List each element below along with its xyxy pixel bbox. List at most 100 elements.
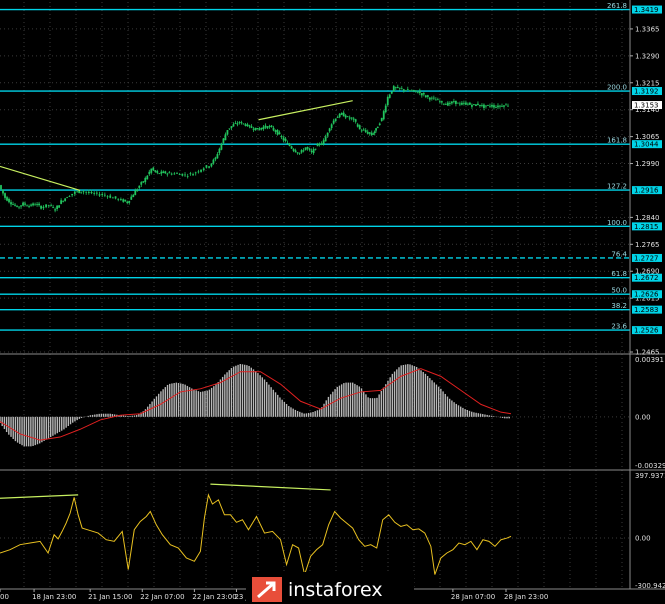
candle-body	[465, 102, 467, 105]
candle-body	[8, 198, 10, 203]
macd-histogram-bar	[329, 394, 332, 417]
candle-body	[288, 143, 291, 146]
price-tick-label: 1.2840	[635, 214, 660, 222]
macd-histogram-bar	[45, 416, 47, 440]
candle-body	[354, 119, 357, 122]
candle-body	[250, 126, 253, 128]
candle-body	[93, 193, 96, 194]
candle-body	[471, 104, 473, 107]
candle-body	[330, 124, 333, 129]
candle-body	[350, 117, 353, 119]
macd-histogram-bar	[56, 416, 59, 434]
macd-histogram-bar	[210, 387, 213, 417]
macd-histogram-bar	[180, 383, 182, 417]
candle-body	[90, 191, 93, 194]
macd-histogram-bar	[63, 416, 65, 430]
candle-body	[388, 94, 391, 98]
candle-body	[212, 159, 215, 164]
macd-histogram-bar	[343, 383, 345, 417]
candle-body	[312, 149, 315, 154]
macd-histogram-bar	[52, 416, 54, 436]
candle-body	[122, 199, 125, 202]
macd-histogram-bar	[169, 383, 171, 417]
candle-body	[503, 105, 505, 107]
candle-body	[2, 189, 4, 194]
macd-histogram-bar	[299, 411, 301, 417]
macd-histogram-bar	[146, 406, 149, 417]
macd-histogram-bar	[307, 412, 310, 417]
candle-body	[300, 150, 303, 153]
candle-body	[166, 173, 169, 175]
candle-body	[178, 174, 181, 176]
candle-body	[368, 132, 371, 134]
macd-histogram-bar	[437, 386, 440, 417]
candle-body	[148, 171, 151, 175]
candle-body	[473, 104, 475, 105]
candle-body	[114, 196, 117, 199]
candle-body	[270, 125, 273, 128]
candle-body	[60, 200, 63, 204]
macd-histogram-bar	[426, 375, 429, 417]
candle-body	[192, 174, 194, 176]
macd-histogram-bar	[255, 371, 257, 417]
candle-body	[222, 138, 225, 143]
candle-body	[66, 197, 69, 199]
candle-body	[370, 132, 373, 136]
macd-histogram-bar	[310, 412, 312, 417]
macd-histogram-bar	[74, 416, 76, 422]
macd-histogram-bar	[193, 389, 195, 417]
macd-histogram-bar	[473, 412, 475, 417]
macd-tick-label: 0.00	[635, 413, 651, 421]
macd-histogram-bar	[442, 391, 444, 417]
candle-body	[392, 86, 395, 92]
macd-histogram-bar	[440, 388, 442, 417]
macd-histogram-bar	[27, 416, 30, 447]
candle-body	[298, 152, 301, 154]
macd-histogram-bar	[250, 367, 252, 417]
macd-histogram-bar	[144, 409, 147, 417]
macd-histogram-bar	[479, 413, 482, 417]
macd-histogram-bar	[429, 378, 431, 417]
candle-body	[10, 202, 12, 205]
candle-body	[154, 170, 157, 172]
candle-body	[109, 195, 112, 198]
macd-histogram-bar	[433, 382, 435, 417]
macd-histogram-bar	[411, 365, 413, 417]
macd-histogram-bar	[10, 416, 12, 437]
macd-histogram-bar	[91, 414, 94, 417]
macd-histogram-bar	[5, 416, 8, 433]
macd-histogram-bar	[316, 410, 319, 417]
candle-body	[442, 103, 445, 105]
macd-histogram-bar	[407, 364, 409, 417]
macd-histogram-bar	[166, 384, 169, 417]
fib-level-label: 23.6	[611, 323, 627, 331]
macd-tick-label: -0.00329	[635, 462, 665, 470]
fib-level-label: 61.8	[611, 270, 627, 278]
macd-histogram-bar	[466, 409, 469, 417]
macd-histogram-bar	[323, 403, 325, 417]
price-tick-label: 1.3290	[635, 52, 660, 60]
macd-histogram-bar	[490, 415, 493, 417]
macd-histogram-bar	[30, 416, 32, 447]
candle-body	[238, 122, 241, 123]
candle-body	[120, 198, 122, 200]
candle-body	[410, 90, 413, 92]
macd-histogram-bar	[67, 416, 70, 426]
macd-histogram-bar	[54, 416, 56, 435]
candle-body	[422, 93, 425, 95]
candle-body	[68, 196, 71, 198]
macd-histogram-bar	[468, 410, 471, 417]
candle-body	[306, 146, 309, 149]
candle-body	[197, 171, 200, 173]
candle-body	[210, 163, 213, 167]
macd-histogram-bar	[215, 384, 217, 417]
candle-body	[181, 173, 184, 176]
macd-histogram-bar	[296, 410, 299, 417]
candle-body	[87, 191, 90, 193]
candle-body	[380, 117, 383, 121]
fib-level-label: 200.0	[607, 84, 627, 92]
macd-histogram-bar	[122, 415, 125, 417]
candle-body	[416, 92, 419, 94]
candle-body	[362, 129, 365, 131]
macd-histogram-bar	[133, 415, 136, 417]
